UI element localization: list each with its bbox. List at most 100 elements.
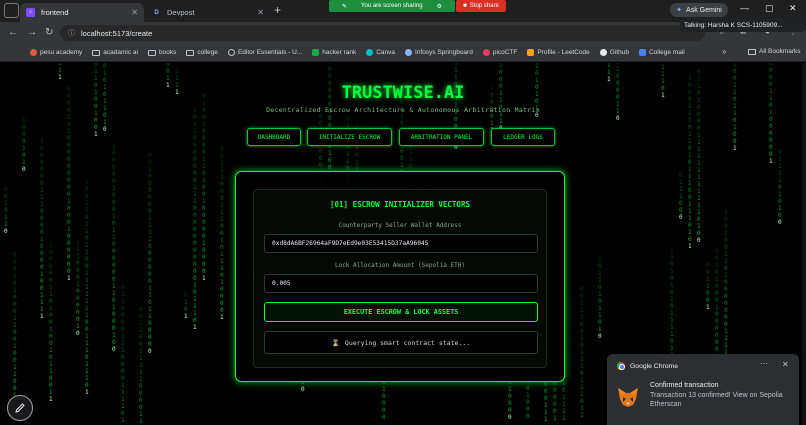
more-bookmarks-icon[interactable]: » — [722, 47, 726, 56]
amount-input[interactable]: 0.005 — [264, 274, 538, 293]
form-title: [01] ESCROW INITIALIZER VECTORS — [330, 200, 470, 209]
share-settings-icon[interactable]: ⚙ — [437, 3, 442, 10]
svg-text:0: 0 — [121, 410, 125, 417]
svg-text:0: 0 — [22, 138, 26, 145]
svg-text:0: 0 — [202, 233, 206, 240]
bookmark-college-mail[interactable]: College mail — [638, 49, 685, 56]
svg-text:0: 0 — [301, 386, 305, 393]
svg-text:1: 1 — [670, 324, 674, 331]
svg-text:0: 0 — [400, 120, 404, 127]
svg-text:1: 1 — [76, 281, 80, 288]
svg-text:1: 1 — [778, 191, 782, 198]
svg-text:1: 1 — [13, 371, 17, 378]
svg-text:0: 0 — [706, 297, 710, 304]
bookmark-label: Profile - LeetCode — [537, 49, 590, 56]
svg-text:0: 0 — [526, 406, 530, 413]
svg-text:0: 0 — [112, 248, 116, 255]
bookmark-college[interactable]: college — [186, 49, 218, 56]
svg-text:1: 1 — [724, 209, 728, 216]
close-tab-icon[interactable]: ✕ — [131, 8, 138, 17]
site-info-icon[interactable]: ⓘ — [68, 28, 75, 38]
ask-gemini-button[interactable]: ✦ Ask Gemini — [670, 3, 728, 17]
all-bookmarks-button[interactable]: All Bookmarks — [748, 48, 801, 55]
svg-text:1: 1 — [13, 315, 17, 322]
nav-initialize-escrow[interactable]: INITIALIZE ESCROW — [307, 128, 392, 146]
page-scrollbar[interactable] — [802, 63, 806, 425]
svg-text:0: 0 — [193, 205, 197, 212]
svg-text:1: 1 — [724, 230, 728, 237]
svg-text:1: 1 — [85, 305, 89, 312]
svg-text:1: 1 — [220, 174, 224, 181]
svg-text:1: 1 — [670, 268, 674, 275]
svg-text:0: 0 — [40, 222, 44, 229]
svg-text:1: 1 — [580, 349, 584, 356]
svg-text:0: 0 — [112, 192, 116, 199]
status-box: ⌛ Querying smart contract state... — [264, 331, 538, 354]
svg-text:1: 1 — [13, 343, 17, 350]
svg-text:1: 1 — [220, 265, 224, 272]
nav-arbitration-panel[interactable]: ARBITRATION PANEL — [399, 128, 484, 146]
brand-logo[interactable]: TRUSTWISE.AI — [0, 83, 806, 103]
tab-frontend[interactable]: ⚡ frontend ✕ — [20, 3, 144, 22]
bookmark-leetcode[interactable]: Profile - LeetCode — [527, 49, 590, 56]
svg-text:0: 0 — [40, 278, 44, 285]
svg-text:1: 1 — [607, 69, 611, 76]
bookmark-editor-essentials[interactable]: Editor Essentials - U... — [227, 49, 302, 56]
notification-title: Confirmed transaction — [650, 382, 719, 389]
minimize-icon[interactable]: — — [740, 3, 749, 13]
svg-text:1: 1 — [13, 364, 17, 371]
tab-devpost[interactable]: D Devpost ✕ — [146, 3, 270, 22]
nav-dashboard[interactable]: DASHBOARD — [247, 128, 301, 146]
svg-text:1: 1 — [688, 117, 692, 124]
svg-text:0: 0 — [220, 181, 224, 188]
svg-text:1: 1 — [220, 279, 224, 286]
svg-text:0: 0 — [202, 261, 206, 268]
svg-text:0: 0 — [598, 319, 602, 326]
svg-text:0: 0 — [598, 263, 602, 270]
execute-escrow-button[interactable]: EXECUTE ESCROW & LOCK ASSETS — [264, 302, 538, 322]
maximize-icon[interactable]: ▢ — [765, 3, 774, 14]
back-icon[interactable]: ← — [8, 27, 18, 38]
svg-text:1: 1 — [103, 119, 107, 126]
reload-icon[interactable]: ↻ — [45, 27, 53, 38]
bookmark-canva[interactable]: Canva — [366, 49, 395, 56]
svg-text:0: 0 — [13, 336, 17, 343]
more-options-icon[interactable]: ⋯ — [760, 359, 768, 368]
new-tab-icon[interactable]: + — [274, 3, 281, 17]
tab-search-icon[interactable] — [4, 3, 19, 18]
nav-ledger-logs[interactable]: LEDGER LOGS — [491, 128, 555, 146]
svg-text:1: 1 — [49, 291, 53, 298]
close-tab-icon[interactable]: ✕ — [257, 8, 264, 17]
edit-button[interactable] — [7, 395, 33, 421]
address-bar[interactable]: ⓘ localhost:5173/create — [60, 25, 705, 41]
svg-text:0: 0 — [67, 135, 71, 142]
close-window-icon[interactable]: ✕ — [789, 3, 797, 14]
svg-text:1: 1 — [22, 145, 26, 152]
bookmark-acadamic-ai[interactable]: acadamic ai — [92, 49, 138, 56]
seller-address-input[interactable]: 0xd8dA6BF26964aF9D7eEd9e03E53415D37aA960… — [264, 234, 538, 253]
bookmark-hackerrank[interactable]: hacker rank — [312, 49, 356, 56]
chrome-notification[interactable]: Google Chrome ⋯ ✕ Confirmed transaction … — [607, 354, 799, 425]
bookmark-books[interactable]: books — [147, 49, 176, 56]
bookmark-github[interactable]: Github — [599, 49, 629, 56]
svg-text:1: 1 — [697, 146, 701, 153]
bookmark-picoctf[interactable]: picoCTF — [482, 49, 517, 56]
stop-share-button[interactable]: ■ Stop share — [456, 0, 506, 12]
close-icon[interactable]: ✕ — [782, 360, 789, 369]
svg-text:1: 1 — [220, 202, 224, 209]
svg-text:1: 1 — [580, 307, 584, 314]
svg-text:1: 1 — [193, 191, 197, 198]
forward-icon[interactable]: → — [27, 27, 37, 38]
pencil-icon — [15, 403, 25, 413]
svg-text:0: 0 — [67, 149, 71, 156]
bookmark-pesu[interactable]: pesu academy — [30, 49, 82, 56]
amount-label: Lock Allocation Amount (Sepolia ETH) — [334, 262, 466, 269]
svg-text:1: 1 — [688, 131, 692, 138]
svg-text:1: 1 — [355, 145, 359, 152]
bookmark-infosys[interactable]: Infosys Springboard — [405, 49, 473, 56]
svg-text:0: 0 — [49, 249, 53, 256]
svg-text:0: 0 — [202, 142, 206, 149]
svg-text:1: 1 — [121, 340, 125, 347]
svg-text:1: 1 — [13, 287, 17, 294]
svg-text:0: 0 — [202, 170, 206, 177]
